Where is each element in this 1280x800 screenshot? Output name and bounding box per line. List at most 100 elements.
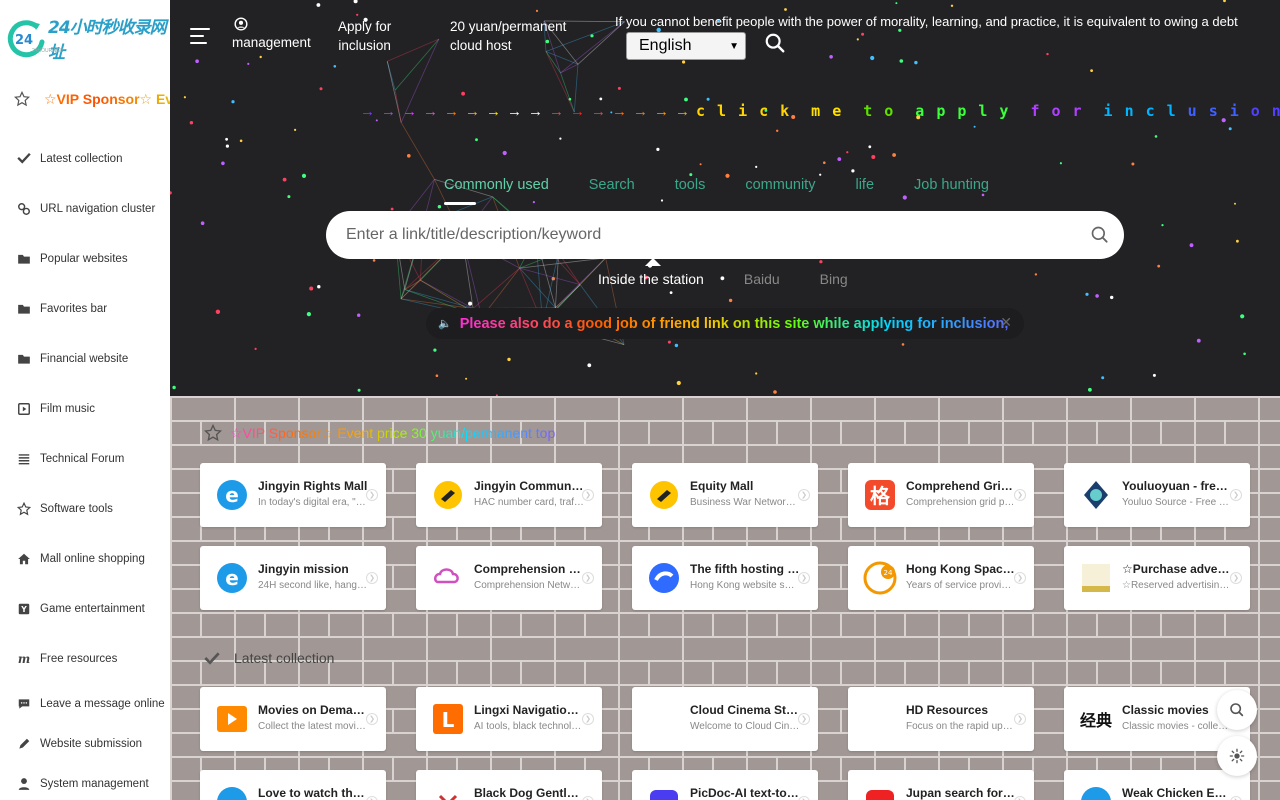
sidebar-item-game-entertainment[interactable]: Y Game entertainment [16, 599, 170, 619]
particle-dot [667, 340, 671, 344]
site-card[interactable]: Weak Chicken Ente...❯ [1064, 770, 1250, 800]
apply-char: o [1250, 102, 1264, 120]
svg-text:m: m [18, 652, 30, 666]
site-card[interactable]: Love to watch thea...❯ [200, 770, 386, 800]
tab-tools[interactable]: tools [675, 177, 706, 193]
apply-char: o [1051, 102, 1065, 120]
site-card-title: The fifth hosting n... [690, 562, 800, 576]
sidebar-item-favorites-bar[interactable]: Favorites bar [16, 299, 170, 319]
cloud-host-link[interactable]: 20 yuan/permanent cloud host [450, 17, 566, 55]
site-card[interactable]: 格 Comprehend Grid ... Comprehension grid p… [848, 463, 1034, 527]
arrow-right-icon[interactable]: ❯ [1014, 489, 1026, 501]
site-card[interactable]: The fifth hosting n... Hong Kong website … [632, 546, 818, 610]
site-card[interactable]: Youluoyuan - free s... Youluo Source - Fr… [1064, 463, 1250, 527]
arrow-right-icon[interactable]: ❯ [798, 796, 810, 800]
arrow-right-icon[interactable]: ❯ [1230, 489, 1242, 501]
sidebar-item-website-submission[interactable]: Website submission [16, 734, 170, 754]
tab-life[interactable]: life [855, 177, 874, 193]
tab-community[interactable]: community [745, 177, 815, 193]
search-engine-tabs: Inside the station Baidu Bing [598, 271, 888, 287]
site-card[interactable]: Equity Mall Business War Network… ❯ [632, 463, 818, 527]
search-input[interactable] [346, 226, 1066, 244]
tab-commonly-used[interactable]: Commonly used [444, 177, 549, 205]
sidebar-item-popular-websites[interactable]: Popular websites [16, 249, 170, 269]
particle-dot [231, 100, 235, 104]
search-icon[interactable] [764, 32, 786, 54]
sidebar-item-software-tools[interactable]: Software tools [16, 499, 170, 519]
arrow-right-icon[interactable]: ❯ [582, 489, 594, 501]
engine-bing[interactable]: Bing [820, 271, 848, 287]
site-card-title: HD Resources [906, 703, 989, 717]
particle-dot [699, 163, 702, 166]
arrow-right-icon[interactable]: ❯ [1014, 572, 1026, 584]
arrow-right-icon[interactable]: ❯ [798, 572, 810, 584]
arrow-right-icon[interactable]: ❯ [1014, 713, 1026, 725]
site-card[interactable]: Cloud Cinema Stati... Welcome to Cloud Ci… [632, 687, 818, 751]
arrow-right-icon[interactable]: ❯ [366, 713, 378, 725]
float-search-button[interactable] [1217, 690, 1257, 730]
apply-char: n [1272, 102, 1280, 120]
particle-dot [728, 298, 733, 303]
arrow-right-icon[interactable]: ❯ [1230, 796, 1242, 800]
site-card[interactable]: Movies on Demand... Collect the latest mo… [200, 687, 386, 751]
arrow-right-icon[interactable]: ❯ [582, 796, 594, 800]
search-submit-icon[interactable] [1090, 225, 1110, 245]
tab-job-hunting[interactable]: Job hunting [914, 177, 989, 193]
engine-baidu[interactable]: Baidu [744, 271, 780, 287]
tab-search[interactable]: Search [589, 177, 635, 193]
sidebar-item-financial-website[interactable]: Financial website [16, 349, 170, 369]
sidebar-item-url-navigation-cluster[interactable]: URL navigation cluster [16, 199, 170, 219]
site-card-title: Love to watch thea... [258, 786, 368, 800]
arrow-right-icon[interactable]: ❯ [582, 713, 594, 725]
sidebar-item-latest-collection[interactable]: Latest collection [16, 149, 170, 169]
site-card[interactable]: ☆Purchase adverti... ☆Reserved advertisin… [1064, 546, 1250, 610]
particle-dot [871, 155, 876, 159]
site-card[interactable]: e Jingyin mission 24H second like, hang … ❯ [200, 546, 386, 610]
arrow-right-icon[interactable]: ❯ [582, 572, 594, 584]
particle-dot [1189, 243, 1194, 248]
language-select[interactable]: English ▼ [626, 32, 746, 60]
menu-toggle-button[interactable] [190, 28, 210, 46]
theme-toggle-button[interactable] [1217, 736, 1257, 776]
site-logo[interactable]: 24 24小时秒收录网址 24HOURWEB [6, 14, 167, 63]
particle-dot [172, 385, 176, 390]
particle-dot [617, 86, 621, 90]
arrow-right-icon[interactable]: ❯ [366, 489, 378, 501]
sidebar-item-free-resources[interactable]: m Free resources [16, 649, 170, 669]
sidebar-item-leave-a-message-online[interactable]: Leave a message online [16, 694, 170, 714]
particle-dot [433, 348, 437, 352]
site-card[interactable]: L Lingxi Navigation - ... AI tools, black … [416, 687, 602, 751]
arrow-right-icon[interactable]: ❯ [798, 713, 810, 725]
apply-inclusion-link[interactable]: Apply for inclusion [338, 17, 391, 55]
arrow-right-icon[interactable]: ❯ [366, 796, 378, 800]
site-card-desc: AI tools, black technol… [474, 721, 582, 732]
site-logo-icon: e [214, 560, 250, 596]
close-icon[interactable]: ✕ [1000, 314, 1012, 331]
particle-dot [239, 139, 243, 143]
site-card[interactable]: 24 Hong Kong Space, ... Years of service p… [848, 546, 1034, 610]
sidebar-item-technical-forum[interactable]: Technical Forum [16, 449, 170, 469]
click-to-apply-banner[interactable]: → → → → → → → → → → → → → → → → clickmetoapplyforinclus… [360, 100, 1280, 122]
apply-char: c [696, 102, 710, 120]
site-card[interactable]: Comprehension N... Comprehension Netw… ❯ [416, 546, 602, 610]
site-card[interactable]: Jingyin Communication... HAC number card,… [416, 463, 602, 527]
sidebar-item-mall-online-shopping[interactable]: Mall online shopping [16, 549, 170, 569]
arrow-right-icon[interactable]: ❯ [1230, 572, 1242, 584]
management-link[interactable]: management [232, 17, 311, 52]
sidebar-vip-sponsor[interactable]: ☆VIP Sponsor☆ Ev [14, 88, 170, 110]
site-card[interactable]: HD Resources Focus on the rapid up… ❯ [848, 687, 1034, 751]
site-card[interactable]: PicDoc-AI text-to-vi...❯ [632, 770, 818, 800]
vip-section-header: ☆VIP Sponsor☆ Event price 30 yuan/perman… [204, 424, 555, 442]
sidebar-item-film-music[interactable]: Film music [16, 399, 170, 419]
arrow-right-icon[interactable]: ❯ [1014, 796, 1026, 800]
site-card[interactable]: Black Dog Gentlem...❯ [416, 770, 602, 800]
arrow-right-icon[interactable]: ❯ [798, 489, 810, 501]
arrow-right-icon[interactable]: ❯ [366, 572, 378, 584]
site-card[interactable]: Jupan search for hi...❯ [848, 770, 1034, 800]
star-icon [16, 501, 32, 517]
sidebar-item-system-management[interactable]: System management [16, 774, 170, 794]
engine-inside-the-station[interactable]: Inside the station [598, 271, 704, 287]
particle-dot [437, 205, 442, 209]
site-card[interactable]: e Jingyin Rights Mall In today's digital e… [200, 463, 386, 527]
search-icon [1230, 703, 1244, 717]
